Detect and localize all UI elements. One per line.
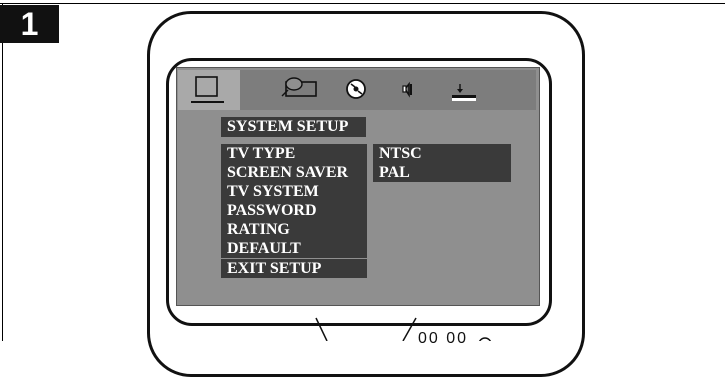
partial-display-text: 00 00 [418,330,469,347]
tv-stand-lines [315,317,492,341]
